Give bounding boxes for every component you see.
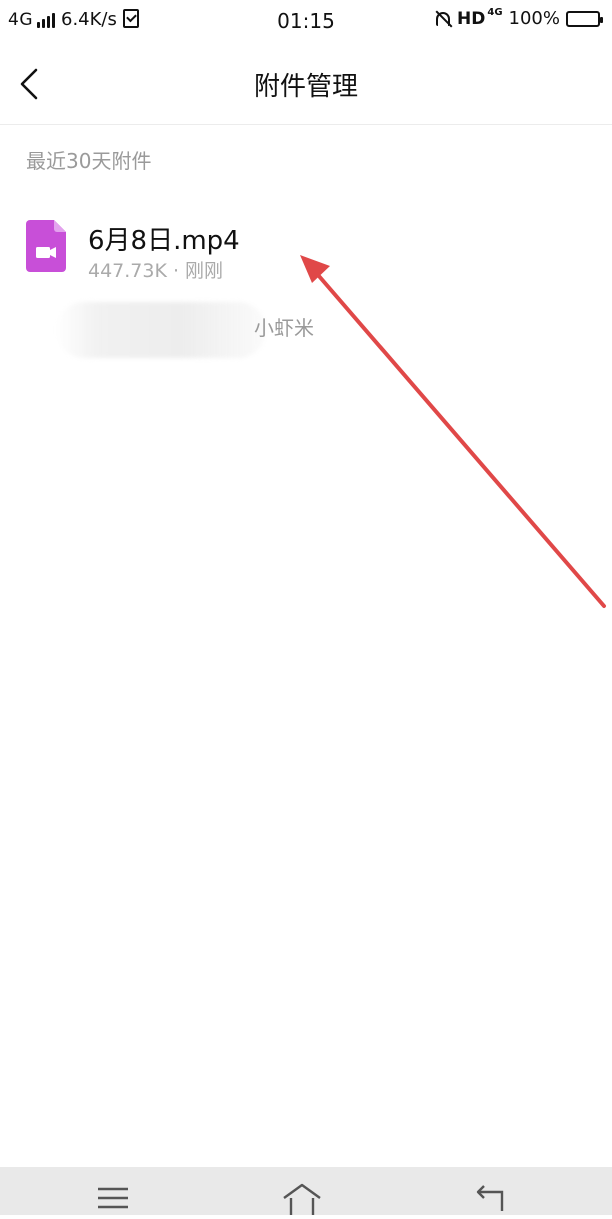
app-header: 附件管理 <box>0 44 612 125</box>
bell-off-icon <box>433 10 451 28</box>
annotation-arrow <box>300 255 606 608</box>
sender-name: 小虾米 <box>254 316 314 340</box>
page-title: 附件管理 <box>253 72 358 102</box>
redacted-area <box>56 302 266 358</box>
attachment-item[interactable]: 6月8日.mp4 447.73K · 刚刚 <box>0 200 612 290</box>
status-bar: 4G 6.4K/s 01:15 HD 4G 100% <box>0 0 612 44</box>
home-icon <box>283 1183 321 1215</box>
system-nav-bar <box>0 1167 612 1215</box>
section-label: 最近30天附件 <box>26 149 152 173</box>
battery-percent: 100% <box>508 8 560 29</box>
status-right: HD 4G 100% <box>433 7 603 29</box>
hd-network-label: 4G <box>487 7 503 18</box>
file-name: 6月8日.mp4 <box>88 226 240 256</box>
file-meta: 447.73K · 刚刚 <box>88 260 224 282</box>
back-icon <box>476 1185 504 1211</box>
video-file-icon <box>26 220 66 272</box>
menu-icon <box>98 1187 128 1209</box>
menu-button[interactable] <box>94 1181 134 1215</box>
battery-icon <box>566 10 603 27</box>
sender-row: 小虾米 <box>0 300 612 360</box>
hd-label: HD <box>457 8 486 29</box>
back-nav-button[interactable] <box>472 1181 512 1215</box>
home-button[interactable] <box>282 1181 322 1215</box>
